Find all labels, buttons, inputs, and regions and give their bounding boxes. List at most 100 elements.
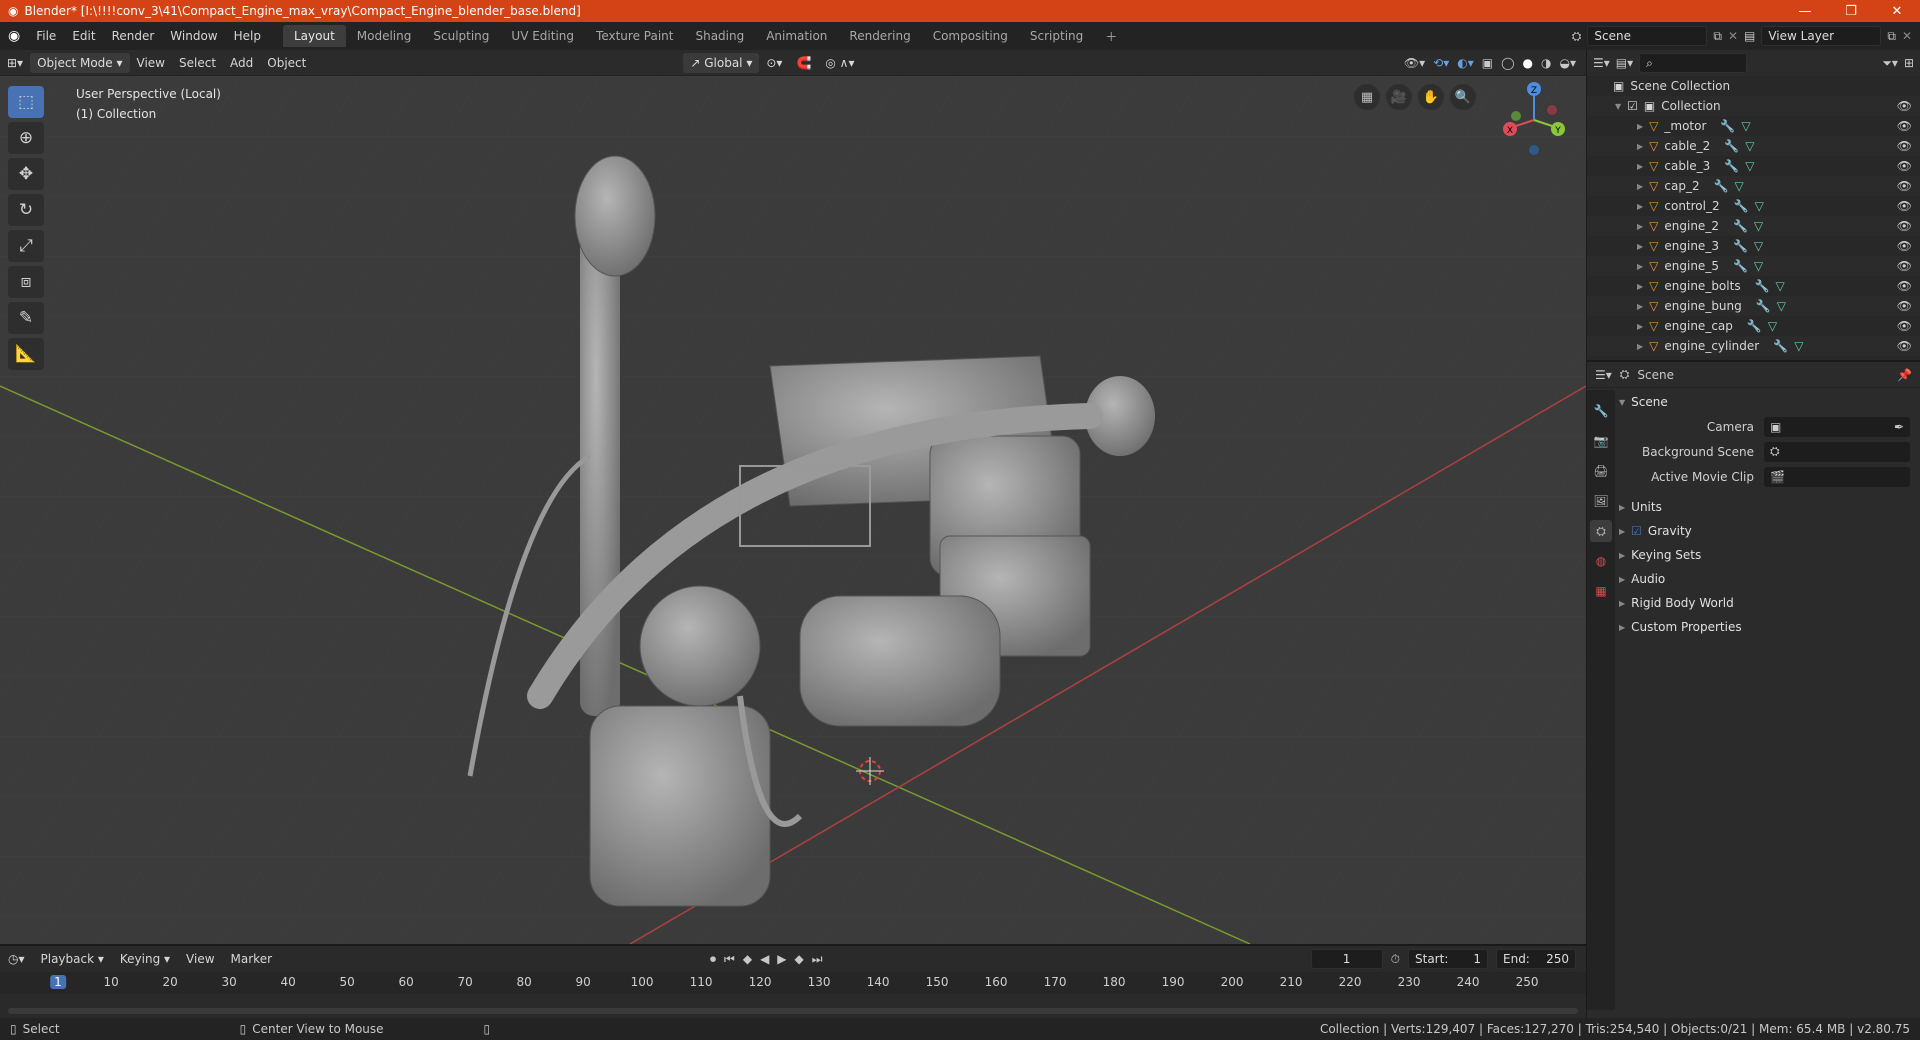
rigid-body-world-panel[interactable]: ▶ Rigid Body World <box>1619 591 1920 615</box>
new-collection-icon[interactable]: ⊞ <box>1904 56 1914 70</box>
gravity-panel[interactable]: ▶ ☑ Gravity <box>1619 519 1920 543</box>
tab-layout[interactable]: Layout <box>282 25 346 47</box>
pin-icon[interactable]: 📌 <box>1897 368 1912 382</box>
toggle-ortho-icon[interactable]: ▦ <box>1354 84 1380 110</box>
tab-compositing[interactable]: Compositing <box>922 25 1019 47</box>
list-item[interactable]: ▶ ▽ engine_5 🔧 ▽ 👁 <box>1587 256 1920 276</box>
view-layer-tab-icon[interactable]: 🖼 <box>1590 490 1612 512</box>
overlay-toggle-icon[interactable]: ◐▾ <box>1457 56 1474 70</box>
tab-rendering[interactable]: Rendering <box>838 25 921 47</box>
expand-toggle-icon[interactable]: ▶ <box>1637 162 1643 171</box>
tab-texture-paint[interactable]: Texture Paint <box>585 25 684 47</box>
scale-tool-icon[interactable]: ⤢ <box>8 230 44 262</box>
rotate-tool-icon[interactable]: ↻ <box>8 194 44 226</box>
minimize-button[interactable]: — <box>1782 0 1828 22</box>
menu-add[interactable]: Add <box>223 56 260 70</box>
frame-ruler[interactable]: 1 10 20 30 40 50 60 70 80 90 100 110 120 130 140 150 160… <box>0 972 1586 994</box>
expand-toggle-icon[interactable]: ▶ <box>1619 599 1625 608</box>
timeline-editor-type-icon[interactable]: ◷▾ <box>0 952 33 966</box>
maximize-button[interactable]: ❐ <box>1828 0 1874 22</box>
zoom-icon[interactable]: 🔍 <box>1450 84 1476 110</box>
expand-toggle-icon[interactable]: ▶ <box>1637 242 1643 251</box>
pan-hand-icon[interactable]: ✋ <box>1418 84 1444 110</box>
orientation-dropdown[interactable]: ↗ Global ▾ <box>683 52 760 73</box>
render-tab-icon[interactable]: 📷 <box>1590 430 1612 452</box>
menu-render[interactable]: Render <box>104 29 163 43</box>
expand-toggle-icon[interactable]: ▼ <box>1615 102 1621 111</box>
scene-section-header[interactable]: ▼ Scene <box>1619 390 1920 414</box>
blender-menu-icon[interactable]: ◉ <box>0 28 28 44</box>
tool-tab-icon[interactable]: 🔧 <box>1590 400 1612 422</box>
editor-type-icon[interactable]: ⊞▾ <box>0 56 30 70</box>
jump-end-icon[interactable]: ⏭ <box>812 952 823 967</box>
expand-toggle-icon[interactable]: ▶ <box>1637 122 1643 131</box>
list-item[interactable]: ▶ ▽ engine_cylinder 🔧 ▽ 👁 <box>1587 336 1920 356</box>
list-item[interactable]: ▶ ▽ engine_3 🔧 ▽ 👁 <box>1587 236 1920 256</box>
menu-object[interactable]: Object <box>260 56 313 70</box>
expand-toggle-icon[interactable]: ▶ <box>1637 282 1643 291</box>
outliner-search-input[interactable]: ⌕ <box>1639 53 1748 73</box>
timeline-scrollbar[interactable] <box>8 1008 1578 1014</box>
pivot-icon[interactable]: ⊙▾ <box>759 56 789 70</box>
remove-scene-icon[interactable]: ✕ <box>1728 29 1738 43</box>
transform-tool-icon[interactable]: ⧈ <box>8 266 44 298</box>
add-workspace-icon[interactable]: ＋ <box>1094 24 1128 49</box>
stopwatch-icon[interactable]: ⏱ <box>1391 952 1400 967</box>
snap-icon[interactable]: 🧲 <box>789 56 818 70</box>
world-tab-icon[interactable]: ◍ <box>1590 550 1612 572</box>
expand-toggle-icon[interactable]: ▶ <box>1637 322 1643 331</box>
active-movie-clip-field[interactable]: 🎬 <box>1764 466 1910 487</box>
expand-toggle-icon[interactable]: ▶ <box>1619 623 1625 632</box>
menu-help[interactable]: Help <box>226 29 269 43</box>
play-icon[interactable]: ▶ <box>777 952 786 966</box>
expand-toggle-icon[interactable]: ▶ <box>1619 575 1625 584</box>
eye-icon[interactable]: 👁 <box>1897 259 1912 273</box>
mode-dropdown[interactable]: Object Mode ▾ <box>30 52 130 73</box>
tab-modeling[interactable]: Modeling <box>346 25 423 47</box>
tab-scripting[interactable]: Scripting <box>1019 25 1094 47</box>
list-item[interactable]: ▶ ▽ cap_2 🔧 ▽ 👁 <box>1587 176 1920 196</box>
gizmo-toggle-icon[interactable]: ⟲▾ <box>1433 56 1449 70</box>
new-scene-icon[interactable]: ⧉ <box>1713 29 1722 44</box>
navigation-gizmo[interactable]: Z X Y <box>1494 80 1574 160</box>
expand-toggle-icon[interactable]: ▼ <box>1619 398 1625 407</box>
jump-start-icon[interactable]: ⏮ <box>724 952 735 967</box>
units-panel[interactable]: ▶ Units <box>1619 495 1920 519</box>
eye-icon[interactable]: 👁 <box>1897 339 1912 353</box>
material-shading-icon[interactable]: ◑ <box>1541 56 1551 70</box>
eye-icon[interactable]: 👁 <box>1897 159 1912 173</box>
background-scene-field[interactable]: ⛭ <box>1764 441 1910 462</box>
eye-icon[interactable]: 👁 <box>1897 299 1912 313</box>
texture-tab-icon[interactable]: ▦ <box>1590 580 1612 602</box>
audio-panel[interactable]: ▶ Audio <box>1619 567 1920 591</box>
wireframe-shading-icon[interactable]: ◯ <box>1501 56 1514 70</box>
current-frame-field[interactable]: 1 <box>1310 949 1383 969</box>
expand-toggle-icon[interactable]: ▶ <box>1619 527 1625 536</box>
3d-viewport[interactable]: ⬚ ⊕ ✥ ↻ ⤢ ⧈ ✎ 📐 User Perspective (Local)… <box>0 76 1586 944</box>
menu-file[interactable]: File <box>28 29 64 43</box>
outliner-editor-type-icon[interactable]: ☰▾ <box>1593 56 1610 70</box>
checkbox-icon[interactable]: ☑ <box>1627 99 1638 113</box>
view-layer-icon[interactable]: ▤ <box>1744 29 1755 43</box>
move-tool-icon[interactable]: ✥ <box>8 158 44 190</box>
proportional-edit-icon[interactable]: ◎ ∧▾ <box>818 56 861 70</box>
list-item[interactable]: ▶ ▽ cable_2 🔧 ▽ 👁 <box>1587 136 1920 156</box>
gravity-checkbox-icon[interactable]: ☑ <box>1631 524 1642 538</box>
expand-toggle-icon[interactable]: ▶ <box>1637 142 1643 151</box>
filter-icon[interactable]: ⏷▾ <box>1882 56 1898 71</box>
tab-animation[interactable]: Animation <box>755 25 838 47</box>
measure-tool-icon[interactable]: 📐 <box>8 338 44 370</box>
menu-marker[interactable]: Marker <box>223 952 280 966</box>
next-keyframe-icon[interactable]: ◆ <box>795 952 804 966</box>
eye-icon[interactable]: 👁 <box>1897 239 1912 253</box>
expand-toggle-icon[interactable]: ▶ <box>1637 182 1643 191</box>
list-item[interactable]: ▶ ▽ engine_bolts 🔧 ▽ 👁 <box>1587 276 1920 296</box>
visibility-icon[interactable]: 👁▾ <box>1404 56 1425 70</box>
scene-selector[interactable]: Scene <box>1587 26 1708 46</box>
camera-view-icon[interactable]: 🎥 <box>1386 84 1412 110</box>
scene-collection-row[interactable]: ▣ Scene Collection <box>1587 76 1920 96</box>
expand-toggle-icon[interactable]: ▶ <box>1637 342 1643 351</box>
collection-row[interactable]: ▼ ☑ ▣ Collection 👁 <box>1587 96 1920 116</box>
menu-window[interactable]: Window <box>162 29 225 43</box>
eye-icon[interactable]: 👁 <box>1897 139 1912 153</box>
